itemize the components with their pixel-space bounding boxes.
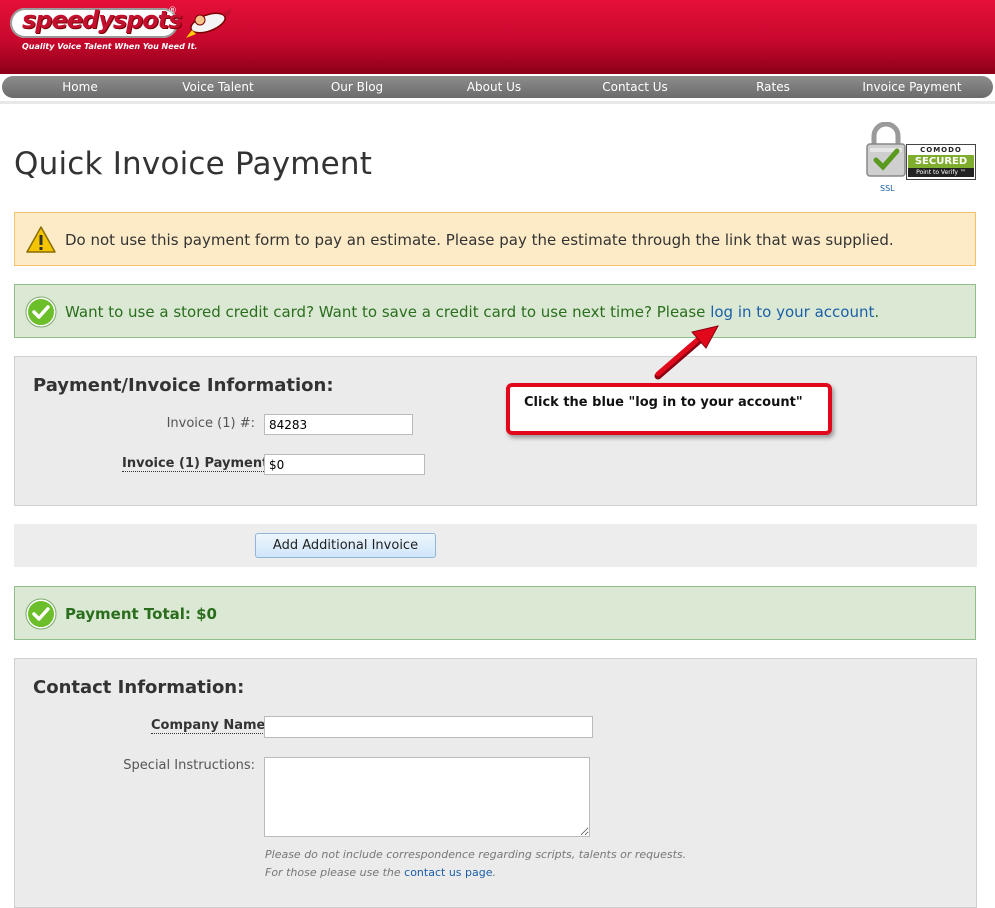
account-text-prefix: Want to use a stored credit card? Want t… — [65, 303, 711, 321]
nav-item-voice-talent[interactable]: Voice Talent — [172, 76, 264, 98]
nav-divider — [0, 101, 995, 104]
nav-item-contact-us[interactable]: Contact Us — [594, 76, 676, 98]
payment-section-title: Payment/Invoice Information: — [33, 375, 334, 396]
rocket-mascot-icon — [186, 8, 232, 38]
payment-invoice-panel: Payment/Invoice Information: Invoice (1)… — [14, 356, 977, 506]
invoice-number-input[interactable] — [264, 414, 413, 435]
add-invoice-row: Add Additional Invoice — [14, 524, 977, 567]
estimate-warning-alert: Do not use this payment form to pay an e… — [14, 212, 976, 266]
padlock-icon — [866, 122, 906, 177]
comodo-brand: COMODO — [920, 146, 962, 154]
account-text: Want to use a stored credit card? Want t… — [65, 303, 879, 321]
contact-information-panel: Contact Information: Company Name: Speci… — [14, 658, 977, 908]
nav-bar: Home Voice Talent Our Blog About Us Cont… — [2, 76, 993, 98]
contact-section-title: Contact Information: — [33, 677, 245, 698]
contact-us-page-link[interactable]: contact us page — [404, 866, 492, 879]
company-name-input[interactable] — [264, 716, 593, 738]
account-login-alert: Want to use a stored credit card? Want t… — [14, 284, 976, 338]
warning-text: Do not use this payment form to pay an e… — [65, 231, 894, 249]
login-link[interactable]: log in to your account — [710, 303, 874, 321]
annotation-text: Click the blue "log in to your account" — [524, 395, 803, 410]
special-instructions-textarea[interactable] — [264, 757, 590, 837]
page-title: Quick Invoice Payment — [14, 146, 373, 182]
account-text-suffix: . — [874, 303, 880, 321]
site-header: speedyspots ® Quality Voice Talent When … — [0, 0, 995, 74]
nav-item-invoice-payment[interactable]: Invoice Payment — [854, 76, 970, 98]
special-instructions-label: Special Instructions: — [123, 758, 255, 773]
speedyspots-logo[interactable]: speedyspots ® Quality Voice Talent When … — [10, 4, 240, 56]
annotation-callout: Click the blue "log in to your account" — [506, 383, 832, 435]
verify-label: Point to Verify ™ — [908, 168, 974, 177]
checkmark-icon — [25, 598, 57, 630]
add-additional-invoice-button[interactable]: Add Additional Invoice — [255, 533, 436, 558]
warning-icon — [26, 226, 56, 253]
nav-item-our-blog[interactable]: Our Blog — [320, 76, 394, 98]
hint-suffix: . — [492, 866, 497, 879]
annotation-arrow-icon — [654, 325, 719, 380]
instructions-hint-line1: Please do not include correspondence reg… — [265, 848, 687, 861]
main-nav: Home Voice Talent Our Blog About Us Cont… — [0, 74, 995, 101]
invoice-payment-label: Invoice (1) Payment: — [122, 456, 274, 472]
ssl-badge[interactable]: COMODO SECURED Point to Verify ™ SSL — [862, 120, 980, 200]
company-name-label: Company Name: — [151, 718, 271, 734]
hint-prefix: For those please use the — [265, 866, 405, 879]
registered-mark: ® — [168, 6, 177, 16]
nav-item-rates[interactable]: Rates — [746, 76, 800, 98]
secured-label: SECURED — [908, 155, 974, 168]
nav-item-about-us[interactable]: About Us — [456, 76, 532, 98]
payment-total-alert: Payment Total: $0 — [14, 586, 976, 640]
comodo-secured-box: COMODO SECURED Point to Verify ™ — [906, 144, 976, 180]
invoice-number-label: Invoice (1) #: — [166, 416, 255, 431]
logo-wordmark: speedyspots — [22, 6, 183, 34]
payment-total-text: Payment Total: $0 — [65, 605, 217, 623]
checkmark-icon — [25, 296, 57, 328]
instructions-hint-line2: For those please use the contact us page… — [265, 866, 496, 879]
invoice-payment-input[interactable] — [264, 454, 425, 475]
logo-tagline: Quality Voice Talent When You Need It. — [22, 42, 198, 51]
nav-item-home[interactable]: Home — [48, 76, 112, 98]
ssl-link[interactable]: SSL — [880, 184, 895, 193]
